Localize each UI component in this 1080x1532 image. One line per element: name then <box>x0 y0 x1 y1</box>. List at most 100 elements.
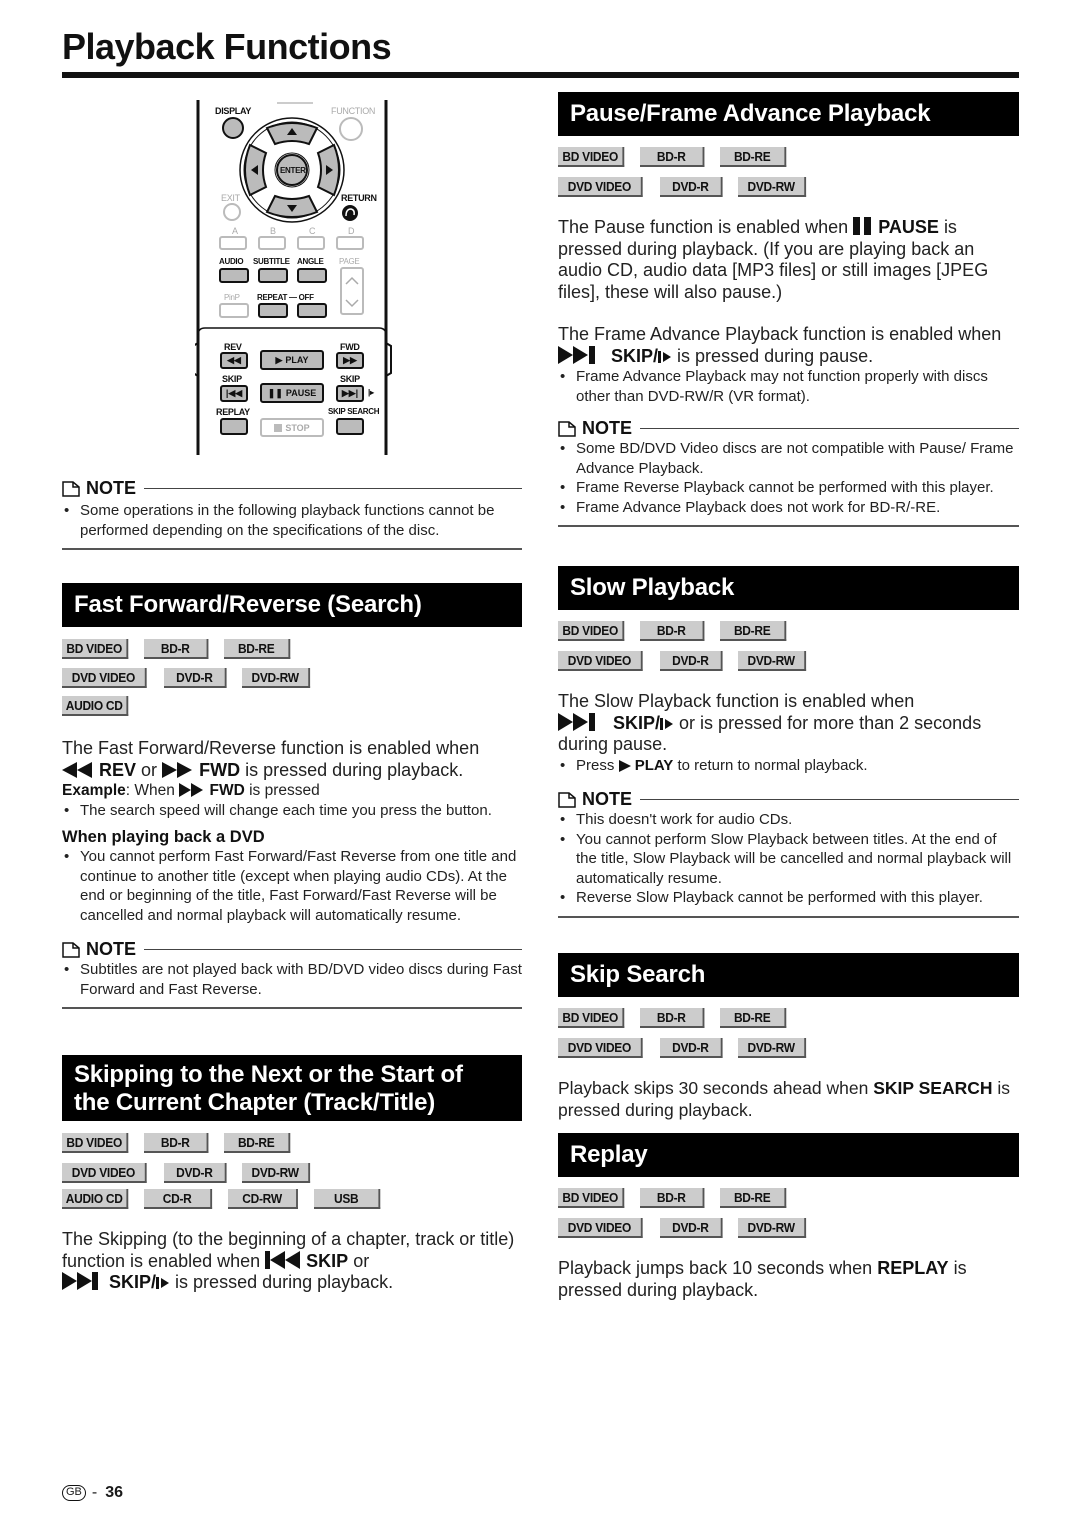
section-pause: Pause/Frame Advance Playback BD VIDEO BD… <box>558 92 1019 527</box>
badge-bd-r: BD-R <box>144 1133 209 1153</box>
bullet-item: You cannot perform Fast Forward/Fast Rev… <box>62 847 522 925</box>
badge-bd-r: BD-R <box>640 621 705 641</box>
remote-label-rev: REV <box>224 342 242 352</box>
disc-badge-row: DVD VIDEO DVD-R DVD-RW <box>62 668 522 688</box>
remote-label-subtitle: SUBTITLE <box>253 257 290 266</box>
frame-advance-icon: |▸ <box>368 388 374 397</box>
function-button <box>339 117 363 141</box>
intro-note: NOTE Some operations in the following pl… <box>62 474 522 550</box>
divider <box>62 548 522 550</box>
remote-control-illustration: DISPLAY FUNCTION ENTER EXIT RETURN A B C… <box>195 100 395 455</box>
audio-button <box>219 268 249 283</box>
badge-dvd-r: DVD-R <box>660 1218 723 1238</box>
section-header: Fast Forward/Reverse (Search) <box>62 583 522 627</box>
note-label: NOTE <box>582 418 633 438</box>
divider <box>558 915 1019 918</box>
remote-label-repeat-off: REPEAT — OFF <box>257 293 314 302</box>
off-button <box>297 303 327 318</box>
disc-badge-row: BD VIDEO BD-R BD-RE <box>558 147 1019 167</box>
badge-dvd-rw: DVD-RW <box>242 668 311 688</box>
badge-dvd-video: DVD VIDEO <box>62 1163 147 1183</box>
replay-button <box>220 418 248 435</box>
slow-description: The Slow Playback function is enabled wh… <box>558 691 982 754</box>
remote-label-return: RETURN <box>341 193 377 203</box>
badge-dvd-video: DVD VIDEO <box>558 177 643 197</box>
remote-label-d: D <box>348 226 355 236</box>
remote-label-angle: ANGLE <box>297 257 324 266</box>
rev-button: ◀◀ <box>220 352 248 369</box>
pause-description: The Pause function is enabled when PAUSE… <box>558 217 989 302</box>
section-skip-search: Skip Search BD VIDEO BD-R BD-RE DVD VIDE… <box>558 953 1019 1121</box>
section-slow: Slow Playback BD VIDEO BD-R BD-RE DVD VI… <box>558 566 1019 918</box>
skip-next-icon <box>558 345 595 364</box>
note-icon <box>558 420 576 437</box>
badge-cd-rw: CD-RW <box>228 1189 298 1209</box>
badge-dvd-rw: DVD-RW <box>738 1038 807 1058</box>
skip-previous-icon <box>265 1250 301 1269</box>
disc-badge-row: AUDIO CD <box>62 696 522 716</box>
frame-advance-icon <box>660 717 674 730</box>
note-header: NOTE <box>62 478 522 499</box>
skipping-description: The Skipping (to the beginning of a chap… <box>62 1229 515 1292</box>
replay-description: Playback jumps back 10 seconds when REPL… <box>558 1258 967 1300</box>
remote-label-display: DISPLAY <box>215 106 252 116</box>
badge-dvd-r: DVD-R <box>164 1163 227 1183</box>
badge-bd-re: BD-RE <box>720 147 787 167</box>
badge-dvd-video: DVD VIDEO <box>558 1038 643 1058</box>
note-item: Some BD/DVD Video discs are not compatib… <box>558 439 1019 478</box>
badge-bd-re: BD-RE <box>720 621 787 641</box>
note-icon <box>62 941 80 958</box>
badge-dvd-rw: DVD-RW <box>738 651 807 671</box>
remote-label-exit: EXIT <box>221 193 240 203</box>
skip-next-button: ▶▶| <box>336 385 364 402</box>
fast-forward-icon <box>162 761 193 778</box>
remote-label-function: FUNCTION <box>331 106 376 116</box>
note-item: Frame Reverse Playback cannot be perform… <box>558 478 1019 498</box>
section-skipping: Skipping to the Next or the Start of the… <box>62 1055 522 1294</box>
bullet-item: The search speed will change each time y… <box>62 801 522 821</box>
section-header: Slow Playback <box>558 566 1019 610</box>
d-button <box>336 236 364 250</box>
remote-label-b: B <box>270 226 276 236</box>
disc-badge-row: BD VIDEO BD-R BD-RE <box>558 621 1019 641</box>
badge-bd-video: BD VIDEO <box>558 621 625 641</box>
divider <box>62 1007 522 1009</box>
badge-dvd-r: DVD-R <box>164 668 227 688</box>
section-header: Pause/Frame Advance Playback <box>558 92 1019 136</box>
note-item: Reverse Slow Playback cannot be performe… <box>558 888 1019 908</box>
skip-search-button <box>336 418 364 435</box>
region-badge: GB <box>62 1485 86 1501</box>
badge-bd-r: BD-R <box>640 1008 705 1028</box>
disc-badge-row: DVD VIDEO DVD-R DVD-RW <box>558 177 1019 197</box>
skip-next-icon: ▶▶| <box>341 388 359 398</box>
remote-label-audio: AUDIO <box>219 257 244 266</box>
fwd-button: ▶▶ <box>336 352 364 369</box>
display-button <box>222 117 244 139</box>
play-label: PLAY <box>285 355 309 365</box>
disc-badge-row: BD VIDEO BD-R BD-RE <box>62 1133 522 1153</box>
remote-label-pinp: PinP <box>224 293 240 302</box>
pause-icon: ❚❚ <box>267 387 283 398</box>
badge-dvd-video: DVD VIDEO <box>558 1218 643 1238</box>
fast-forward-icon <box>179 783 204 797</box>
badge-usb: USB <box>314 1189 381 1209</box>
pause-button: ❚❚ PAUSE <box>260 383 324 403</box>
note-item: Subtitles are not played back with BD/DV… <box>62 960 522 999</box>
pause-icon <box>853 217 872 235</box>
pinp-button <box>219 303 249 318</box>
disc-badge-row: AUDIO CD CD-R CD-RW USB <box>62 1189 522 1209</box>
title-rule <box>62 72 1019 78</box>
badge-bd-video: BD VIDEO <box>558 147 625 167</box>
note-item: Frame Advance Playback does not work for… <box>558 498 1019 518</box>
remote-label-fwd: FWD <box>340 342 360 352</box>
disc-badge-row: BD VIDEO BD-R BD-RE <box>558 1008 1019 1028</box>
bullet-item: Frame Advance Playback may not function … <box>558 367 1019 406</box>
b-button <box>258 236 286 250</box>
frame-advance-description: The Frame Advance Playback function is e… <box>558 324 1002 366</box>
page-number: GB - 36 <box>62 1484 123 1502</box>
frame-advance-icon <box>156 1277 170 1289</box>
skip-search-description: Playback skips 30 seconds ahead when SKI… <box>558 1078 1011 1120</box>
example-line: Example: When FWD is pressed <box>62 782 320 799</box>
section-header: Skip Search <box>558 953 1019 997</box>
badge-dvd-video: DVD VIDEO <box>62 668 147 688</box>
